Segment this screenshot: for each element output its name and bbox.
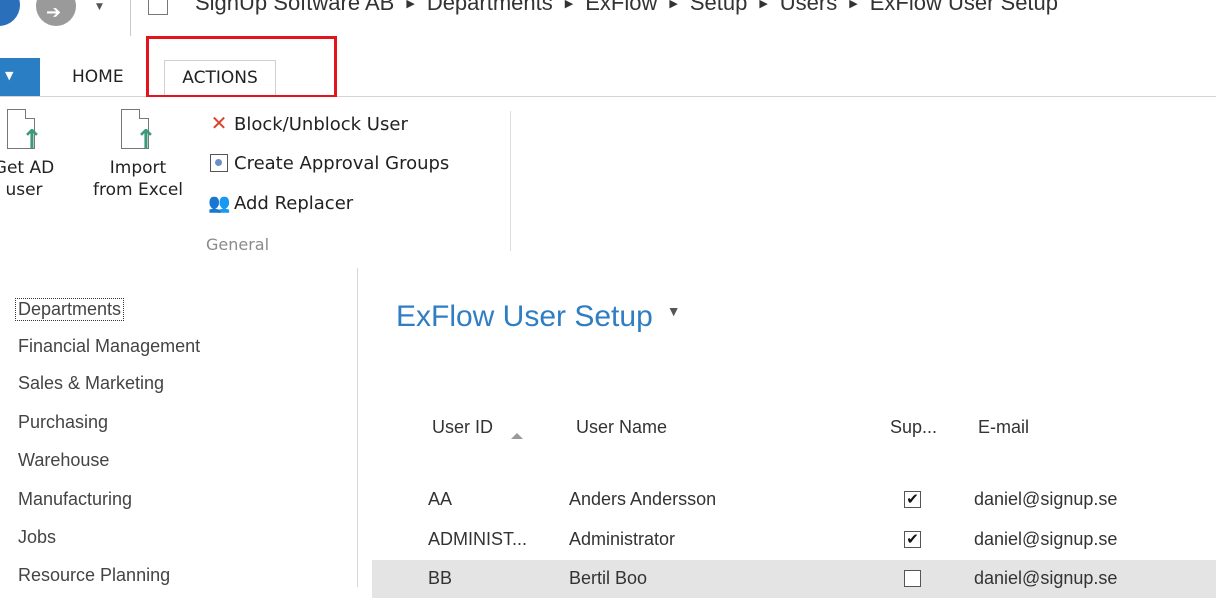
sort-ascending-icon: [511, 433, 524, 439]
breadcrumb-item[interactable]: Departments: [427, 0, 553, 15]
breadcrumb-item[interactable]: Users: [780, 0, 837, 15]
import-from-excel-button[interactable]: ↑ Import from Excel: [88, 109, 188, 201]
nav-item-resource-planning[interactable]: Resource Planning: [18, 565, 170, 586]
breadcrumb-item[interactable]: SignUp Software AB: [195, 0, 394, 15]
ribbon-panel: ↑ Get AD user ↑ Import from Excel ✕ Block…: [0, 97, 1216, 267]
column-header-user-id[interactable]: User ID: [432, 417, 524, 439]
get-ad-user-label: Get AD: [0, 158, 55, 178]
create-approval-groups-label: Create Approval Groups: [234, 153, 450, 174]
table-row[interactable]: AA Anders Andersson ✔ daniel@signup.se: [372, 481, 1216, 519]
add-replacer-label: Add Replacer: [234, 193, 354, 214]
add-replacer-button[interactable]: 👥 Add Replacer: [208, 193, 353, 214]
cell-email: daniel@signup.se: [974, 568, 1118, 588]
get-ad-user-label-2: user: [5, 180, 43, 200]
column-header-label: User ID: [432, 417, 494, 437]
nav-item-sales-marketing[interactable]: Sales & Marketing: [18, 373, 164, 394]
breadcrumb-arrow-icon[interactable]: ▶: [565, 0, 573, 10]
address-divider: [130, 0, 131, 36]
column-header-sup[interactable]: Sup...: [890, 417, 937, 438]
block-unblock-label: Block/Unblock User: [234, 114, 408, 135]
forward-arrow-icon: ➔: [46, 2, 62, 23]
nav-item-warehouse[interactable]: Warehouse: [18, 450, 109, 471]
breadcrumb-item[interactable]: ExFlow: [585, 0, 657, 15]
cell-user-id: BB: [428, 568, 453, 588]
breadcrumb: SignUp Software AB ▶ Departments ▶ ExFlow ▶ Se…: [195, 0, 1058, 16]
cell-user-id: AA: [428, 489, 453, 509]
breadcrumb-arrow-icon[interactable]: ▶: [849, 0, 857, 10]
ribbon-group-label: General: [206, 235, 270, 254]
history-dropdown-icon[interactable]: ▼: [96, 2, 103, 12]
column-header-user-name[interactable]: User Name: [576, 417, 667, 438]
cell-user-name: Bertil Boo: [569, 568, 648, 588]
breadcrumb-arrow-icon[interactable]: ▶: [406, 0, 414, 10]
breadcrumb-arrow-icon[interactable]: ▶: [669, 0, 677, 10]
address-grid-icon: [148, 0, 168, 15]
import-excel-icon: ↑: [121, 109, 157, 153]
nav-item-manufacturing[interactable]: Manufacturing: [18, 489, 132, 510]
import-label-2: from Excel: [93, 180, 183, 200]
page-title-text: ExFlow User Setup: [396, 300, 653, 333]
approval-groups-icon: [208, 151, 230, 174]
cell-user-name: Anders Andersson: [569, 489, 717, 509]
page-title[interactable]: ExFlow User Setup ▼: [396, 300, 681, 334]
back-button[interactable]: [0, 0, 20, 26]
column-header-email[interactable]: E-mail: [978, 417, 1029, 438]
chevron-down-icon[interactable]: ▼: [667, 303, 681, 319]
cell-email: daniel@signup.se: [974, 529, 1118, 549]
annotation-highlight-box: [146, 36, 337, 98]
create-approval-groups-button[interactable]: Create Approval Groups: [208, 151, 449, 174]
ribbon-group-divider: [510, 111, 511, 251]
breadcrumb-item[interactable]: ExFlow User Setup: [870, 0, 1058, 15]
breadcrumb-item[interactable]: Setup: [690, 0, 748, 15]
block-unblock-user-button[interactable]: ✕ Block/Unblock User: [208, 111, 408, 135]
users-icon: 👥: [208, 193, 231, 214]
nav-item-purchasing[interactable]: Purchasing: [18, 412, 108, 433]
nav-item-financial-management[interactable]: Financial Management: [18, 336, 200, 357]
close-x-icon: ✕: [210, 111, 228, 135]
file-menu-button[interactable]: ▼: [0, 58, 40, 96]
file-menu-icon: ▼: [5, 69, 14, 82]
breadcrumb-arrow-icon[interactable]: ▶: [759, 0, 767, 10]
departments-nav: Departments Financial Management Sales &…: [0, 268, 358, 587]
sup-checkbox[interactable]: [904, 570, 921, 587]
table-row[interactable]: BB Bertil Boo daniel@signup.se: [372, 560, 1216, 598]
sup-checkbox[interactable]: ✔: [904, 531, 921, 548]
table-row[interactable]: ADMINIST... Administrator ✔ daniel@signu…: [372, 521, 1216, 559]
cell-user-name: Administrator: [569, 529, 676, 549]
cell-email: daniel@signup.se: [974, 489, 1118, 509]
cell-user-id: ADMINIST...: [428, 529, 528, 549]
forward-button[interactable]: ➔: [36, 0, 76, 26]
nav-item-jobs[interactable]: Jobs: [18, 527, 56, 548]
nav-item-departments[interactable]: Departments: [15, 298, 125, 321]
tab-home[interactable]: HOME: [58, 60, 138, 96]
address-bar: ➔ ▼ SignUp Software AB ▶ Departments ▶ ExFlo…: [0, 0, 1216, 36]
import-label: Import: [109, 158, 167, 178]
get-ad-user-button[interactable]: ↑ Get AD user: [0, 109, 60, 201]
get-ad-user-icon: ↑: [7, 109, 43, 153]
sup-checkbox[interactable]: ✔: [904, 491, 921, 508]
